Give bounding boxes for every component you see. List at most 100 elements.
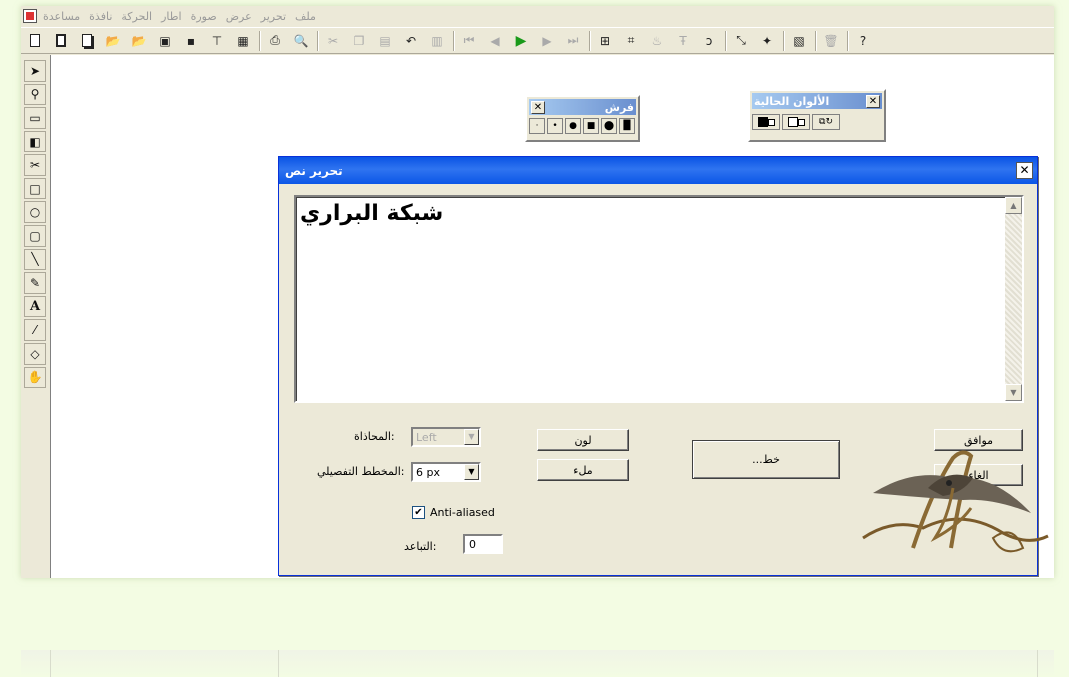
alignment-select[interactable]: Left ▼	[411, 427, 481, 447]
arrow-tool-icon[interactable]: ➤	[24, 60, 46, 82]
eraser-tool-icon[interactable]: ◇	[24, 342, 46, 365]
scroll-down-icon[interactable]: ▼	[1005, 384, 1022, 401]
cut-icon[interactable]: ✂	[322, 30, 344, 52]
anti-aliased-checkbox[interactable]: ✔	[412, 506, 425, 519]
brush-sizes: · • ● ■ ⬤ █	[529, 118, 636, 134]
menu-help[interactable]: مساعدة	[43, 10, 80, 23]
lasso-icon[interactable]: ↄ	[698, 30, 720, 52]
brush-size-6[interactable]: █	[619, 118, 635, 134]
first-frame-icon[interactable]: ⏮	[458, 30, 480, 52]
help-icon[interactable]: ?	[852, 30, 874, 52]
font-button[interactable]: ...خط	[692, 440, 840, 479]
color-button[interactable]: لون	[537, 429, 629, 451]
transform-icon[interactable]: ⤡	[730, 30, 752, 52]
chevron-down-icon[interactable]: ▼	[464, 464, 479, 480]
spacing-value: 0	[469, 537, 476, 551]
menu-frame[interactable]: اطار	[161, 10, 181, 23]
close-icon[interactable]: ✕	[531, 100, 545, 114]
app-icon[interactable]	[23, 9, 37, 23]
fill-button[interactable]: ملء	[537, 459, 629, 481]
properties-icon[interactable]: ▧	[788, 30, 810, 52]
tool-palette: ➤ ⚲ ▭ ◧ ✂ □ ○ ▢ ╲ ✎ A ⁄ ◇ ✋	[21, 60, 49, 390]
print-preview-icon[interactable]: 🔍	[290, 30, 312, 52]
menu-file[interactable]: ملف	[295, 10, 316, 23]
brush-palette-title: فرش	[604, 100, 634, 114]
brush-size-5[interactable]: ⬤	[601, 118, 617, 134]
brush-size-3[interactable]: ●	[565, 118, 581, 134]
paste-icon[interactable]: ▤	[374, 30, 396, 52]
text-frame-icon[interactable]: Ŧ	[672, 30, 694, 52]
close-icon[interactable]: ✕	[1016, 162, 1033, 179]
alignment-value: Left	[416, 430, 437, 444]
new-layer-icon[interactable]: ✦	[756, 30, 778, 52]
rect-select-tool-icon[interactable]: ▭	[24, 107, 46, 129]
chevron-down-icon[interactable]: ▼	[464, 429, 479, 445]
swap-colors-icon[interactable]: ⧉↻	[812, 114, 840, 130]
menu-view[interactable]: عرض	[226, 10, 252, 23]
color-swatches: ⧉↻	[752, 114, 882, 130]
current-colors-palette: الألوان الحالية ✕ ⧉↻	[748, 89, 886, 142]
line-tool-icon[interactable]: ╲	[24, 248, 46, 271]
next-frame-icon[interactable]: ▶	[536, 30, 558, 52]
new-from-template-icon[interactable]	[50, 30, 72, 52]
frame-tool-icon[interactable]: ⊞	[594, 30, 616, 52]
redo-icon[interactable]: ▥	[426, 30, 448, 52]
copy-document-icon[interactable]	[76, 30, 98, 52]
toolbar-separator	[259, 30, 261, 51]
scroll-up-icon[interactable]: ▲	[1005, 197, 1022, 214]
gradient-tool-icon[interactable]: ◧	[24, 130, 46, 153]
anti-aliased-label: Anti-aliased	[430, 506, 495, 519]
reflection-strip	[21, 650, 1054, 677]
open-folder-recent-icon[interactable]: 📂	[128, 30, 150, 52]
print-icon[interactable]: ⎙	[264, 30, 286, 52]
text-editor[interactable]: شبكة البراري ▲ ▼	[294, 195, 1024, 403]
brush-size-2[interactable]: •	[547, 118, 563, 134]
menu-window[interactable]: نافذة	[89, 10, 112, 23]
open-folder-icon[interactable]: 📂	[102, 30, 124, 52]
menu-animation[interactable]: الحركة	[121, 10, 152, 23]
pencil-tool-icon[interactable]: ✎	[24, 272, 46, 294]
rounded-rect-tool-icon[interactable]: ▢	[24, 225, 46, 247]
menu-list: ملف تحرير عرض صورة اطار الحركة نافذة مسا…	[43, 10, 316, 23]
brush-size-4[interactable]: ■	[583, 118, 599, 134]
spacing-input[interactable]: 0	[463, 534, 503, 554]
save-icon[interactable]: ▪	[180, 30, 202, 52]
zoom-tool-icon[interactable]: ⚲	[24, 83, 46, 106]
rectangle-tool-icon[interactable]: □	[24, 177, 46, 200]
eyedropper-tool-icon[interactable]: ⁄	[24, 319, 46, 341]
toolbar-separator	[453, 30, 455, 51]
close-icon[interactable]: ✕	[866, 94, 880, 108]
stamp-icon[interactable]: ♨	[646, 30, 668, 52]
black-white-swatch[interactable]	[752, 114, 780, 130]
undo-icon[interactable]: ↶	[400, 30, 422, 52]
menu-edit[interactable]: تحرير	[261, 10, 286, 23]
last-frame-icon[interactable]: ⏭	[562, 30, 584, 52]
new-document-icon[interactable]	[24, 30, 46, 52]
funnel-icon[interactable]: ⊤	[206, 30, 228, 52]
scissors-tool-icon[interactable]: ✂	[24, 154, 46, 176]
outline-value: 6 px	[416, 465, 440, 479]
ellipse-tool-icon[interactable]: ○	[24, 201, 46, 224]
toolbar-separator	[815, 30, 817, 51]
outline-select[interactable]: 6 px ▼	[411, 462, 481, 482]
fill-tool-icon[interactable]: ✋	[24, 366, 46, 389]
copy-icon[interactable]: ❐	[348, 30, 370, 52]
brush-size-1[interactable]: ·	[529, 118, 545, 134]
menu-image[interactable]: صورة	[191, 10, 217, 23]
menu-bar: ملف تحرير عرض صورة اطار الحركة نافذة مسا…	[21, 6, 1054, 26]
dialog-titlebar[interactable]: تحرير نص ✕	[279, 157, 1037, 184]
trash-icon[interactable]: 🗑	[820, 30, 842, 52]
previous-frame-icon[interactable]: ◀	[484, 30, 506, 52]
text-tool-icon[interactable]: A	[24, 295, 46, 318]
brush-palette-titlebar[interactable]: ✕ فرش	[529, 99, 636, 115]
export-icon[interactable]: ▦	[232, 30, 254, 52]
falcon-watermark-logo	[862, 450, 1049, 553]
colors-palette-titlebar[interactable]: الألوان الحالية ✕	[752, 93, 882, 109]
crop-icon[interactable]: ⌗	[620, 30, 642, 52]
white-white-swatch[interactable]	[782, 114, 810, 130]
save-all-icon[interactable]: ▣	[154, 30, 176, 52]
brush-palette: ✕ فرش · • ● ■ ⬤ █	[525, 95, 640, 142]
play-icon[interactable]: ▶	[510, 30, 532, 52]
toolbar-separator	[783, 30, 785, 51]
vertical-scrollbar[interactable]: ▲ ▼	[1005, 197, 1022, 401]
